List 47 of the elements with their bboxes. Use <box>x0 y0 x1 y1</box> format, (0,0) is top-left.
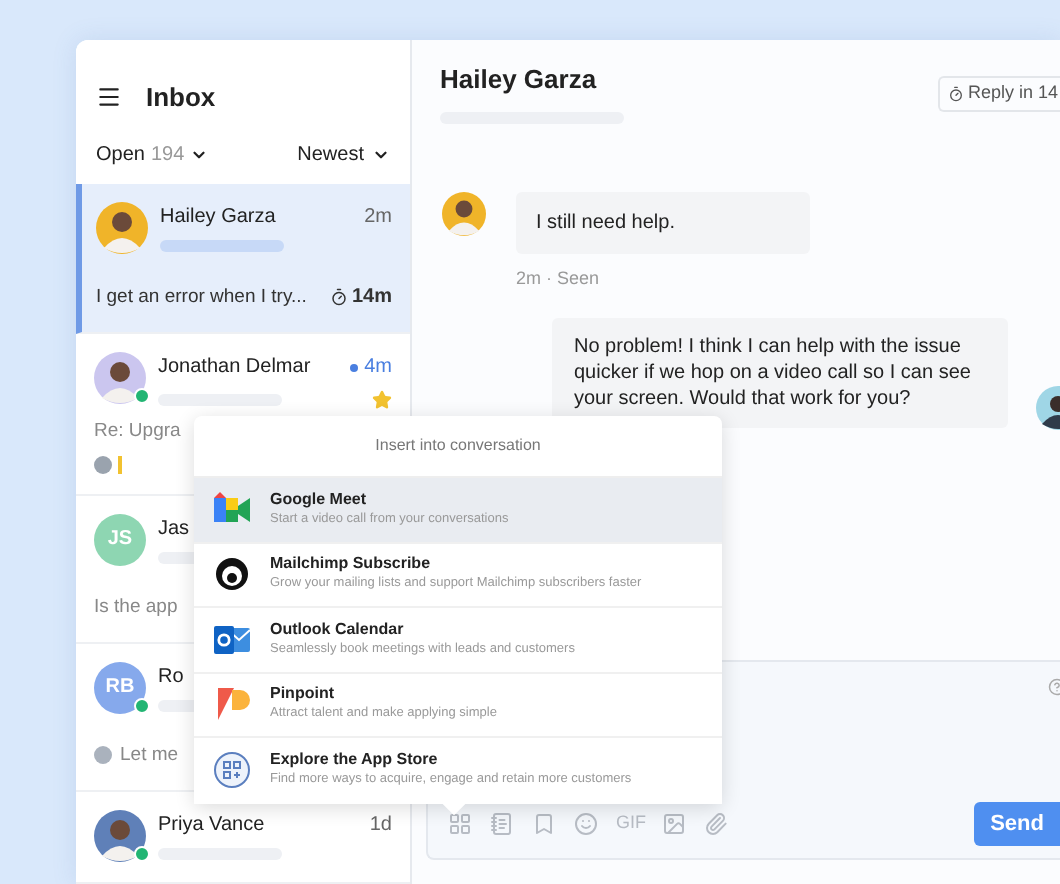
app-name: Mailchimp Subscribe <box>270 554 433 575</box>
monkey-logo-icon <box>212 554 252 595</box>
agent-avatar-icon <box>94 455 112 473</box>
app-name: Pinpoint <box>270 684 336 705</box>
menu-icon[interactable] <box>96 83 122 110</box>
avatar: JS <box>94 513 146 565</box>
app-name: Google Meet <box>270 489 369 510</box>
sla-timer: 14m <box>351 284 392 313</box>
text-placeholder-bar <box>160 240 284 253</box>
conversation-item[interactable]: Hailey Garza 2m I get an error when I try... 14m <box>76 184 410 335</box>
avatar <box>442 192 486 236</box>
emoji-icon[interactable] <box>574 812 598 836</box>
agent-message-bubble: No problem! I think I can help with the issue quicker if we hop on a video call so I can see your screen. Would that work for you? <box>552 317 1008 427</box>
conversation-time: 4m <box>364 354 392 383</box>
avatar <box>96 202 148 255</box>
apps-icon[interactable] <box>448 812 472 836</box>
message-preview: I get an error when I try... <box>96 283 307 312</box>
contact-name: Jonathan Delmar <box>158 354 311 383</box>
timer-icon <box>329 288 348 307</box>
pin-logo-icon <box>212 684 252 725</box>
bookmark-icon[interactable] <box>532 812 556 836</box>
image-icon[interactable] <box>662 812 686 836</box>
message-preview: Let me <box>120 741 179 770</box>
timer-icon <box>947 85 964 102</box>
conversation-time: 1d <box>369 812 392 840</box>
contact-name: Jas <box>158 515 190 543</box>
message-preview: Is the app <box>94 593 178 621</box>
avatar <box>94 352 146 405</box>
conversation-time: 2m <box>364 204 392 233</box>
inbox-title: Inbox <box>146 79 216 116</box>
reply-timer-button[interactable]: Reply in 14 <box>937 76 1060 111</box>
contact-name: Hailey Garza <box>160 204 276 233</box>
note-marker <box>118 455 122 473</box>
sort-dropdown[interactable]: Newest <box>297 139 390 170</box>
avatar: RB <box>94 661 146 714</box>
status-filter-dropdown[interactable]: Open 194 <box>96 139 209 170</box>
contact-name: Ro <box>158 663 184 692</box>
app-grid-icon <box>212 750 252 791</box>
conversation-title: Hailey Garza <box>440 62 599 98</box>
avatar <box>94 810 146 862</box>
message-preview: Re: Upgra <box>94 418 181 447</box>
message-status: 2m · Seen <box>516 266 602 292</box>
customer-message-bubble: I still need help. <box>516 192 810 254</box>
attachment-icon[interactable] <box>704 812 728 836</box>
app-name: Outlook Calendar <box>270 619 406 640</box>
contact-name: Priya Vance <box>158 812 265 840</box>
article-icon[interactable] <box>490 812 514 836</box>
